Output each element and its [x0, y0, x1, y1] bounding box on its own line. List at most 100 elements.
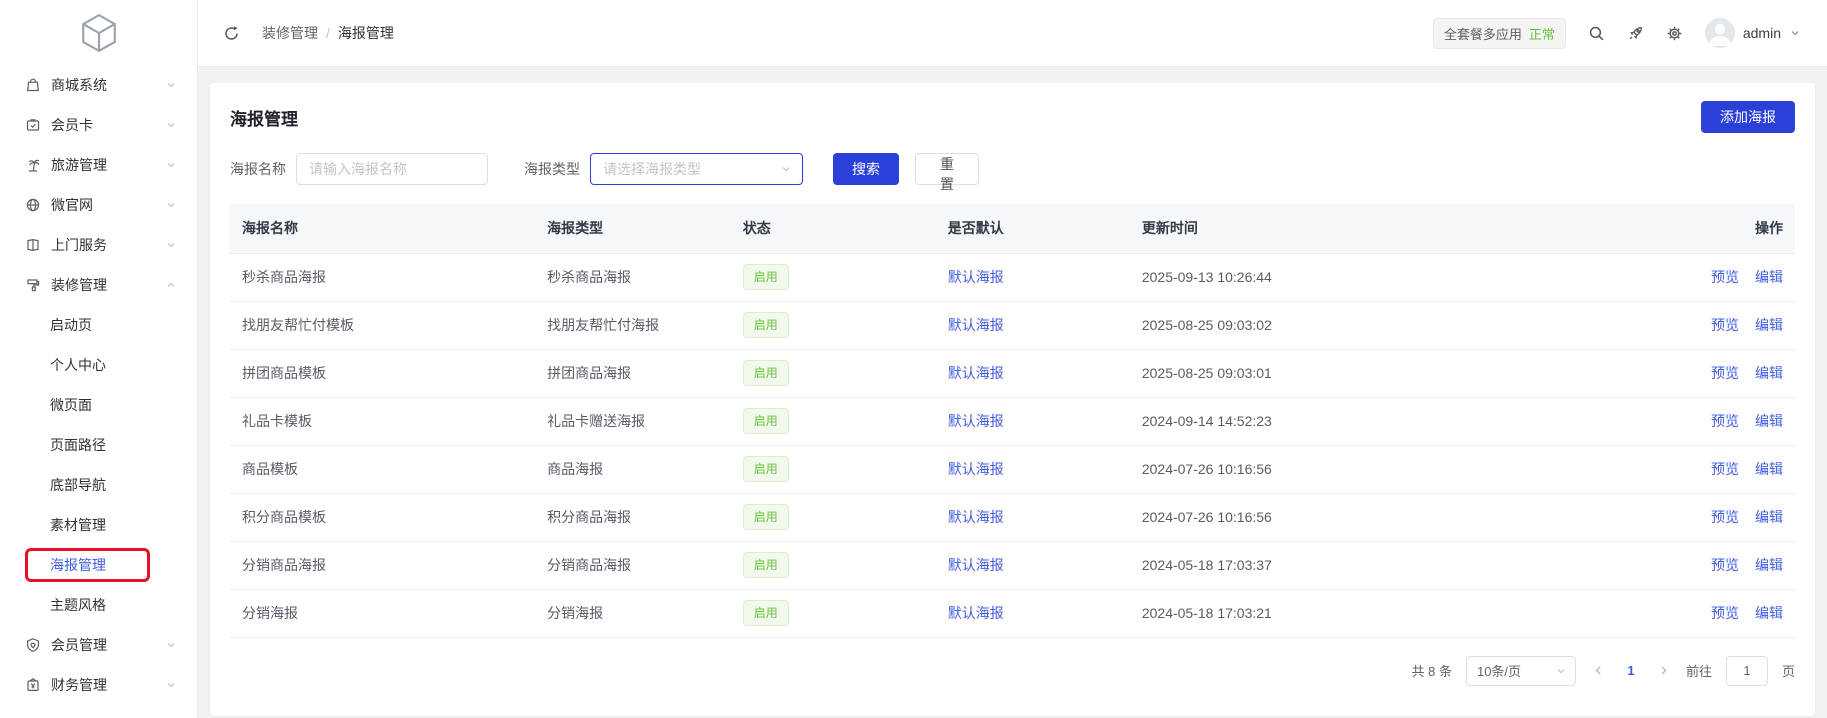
edit-link[interactable]: 编辑 — [1755, 317, 1783, 333]
search-button[interactable]: 搜索 — [833, 153, 899, 185]
sidebar-subitem-poster[interactable]: 海报管理 — [0, 545, 197, 585]
default-poster-link[interactable]: 默认海报 — [948, 413, 1004, 429]
user-menu[interactable]: admin — [1705, 18, 1801, 48]
breadcrumb-parent[interactable]: 装修管理 — [262, 23, 318, 43]
sidebar-item-finance-mgmt[interactable]: 财务管理 — [0, 665, 197, 705]
submenu-label: 海报管理 — [50, 555, 106, 575]
cell-default: 默认海报 — [936, 541, 1130, 589]
sidebar-item-member-mgmt[interactable]: 会员管理 — [0, 625, 197, 665]
chevron-down-icon — [780, 163, 792, 175]
sidebar-item-label: 上门服务 — [51, 235, 165, 255]
preview-link[interactable]: 预览 — [1711, 557, 1739, 573]
cell-updated: 2025-08-25 09:03:01 — [1130, 349, 1568, 397]
edit-link[interactable]: 编辑 — [1755, 365, 1783, 381]
prev-page-button[interactable] — [1590, 664, 1607, 677]
table-header-row: 海报名称 海报类型 状态 是否默认 更新时间 操作 — [230, 204, 1795, 253]
page-title: 海报管理 — [230, 105, 298, 130]
table-row: 找朋友帮忙付模板 找朋友帮忙付海报 启用 默认海报 2025-08-25 09:… — [230, 301, 1795, 349]
cell-status: 启用 — [731, 253, 936, 301]
sidebar-item-travel[interactable]: 旅游管理 — [0, 145, 197, 185]
app-logo[interactable] — [0, 0, 197, 65]
username: admin — [1743, 25, 1781, 41]
preview-link[interactable]: 预览 — [1711, 461, 1739, 477]
main-area: 装修管理 / 海报管理 全套餐多应用 正常 — [198, 0, 1827, 718]
refresh-icon[interactable] — [223, 25, 240, 42]
preview-link[interactable]: 预览 — [1711, 317, 1739, 333]
cell-actions: 预览编辑 — [1568, 493, 1795, 541]
preview-link[interactable]: 预览 — [1711, 605, 1739, 621]
table-row: 积分商品模板 积分商品海报 启用 默认海报 2024-07-26 10:16:5… — [230, 493, 1795, 541]
sidebar-menu: 商城系统 会员卡 旅游管理 微官网 — [0, 65, 197, 705]
edit-link[interactable]: 编辑 — [1755, 605, 1783, 621]
edit-link[interactable]: 编辑 — [1755, 509, 1783, 525]
default-poster-link[interactable]: 默认海报 — [948, 509, 1004, 525]
sidebar-subitem-start-page[interactable]: 启动页 — [0, 305, 197, 345]
sidebar-subitem-micro-page[interactable]: 微页面 — [0, 385, 197, 425]
submenu-label: 个人中心 — [50, 355, 106, 375]
cell-actions: 预览编辑 — [1568, 541, 1795, 589]
default-poster-link[interactable]: 默认海报 — [948, 269, 1004, 285]
edit-link[interactable]: 编辑 — [1755, 557, 1783, 573]
poster-name-label: 海报名称 — [230, 159, 286, 179]
sidebar-item-label: 旅游管理 — [51, 155, 165, 175]
chevron-down-icon — [165, 639, 177, 651]
cell-status: 启用 — [731, 541, 936, 589]
cell-poster-type: 积分商品海报 — [535, 493, 731, 541]
filter-bar: 海报名称 海报类型 请选择海报类型 搜索 重置 — [230, 153, 1795, 185]
default-poster-link[interactable]: 默认海报 — [948, 605, 1004, 621]
cube-logo-icon — [80, 13, 118, 53]
poster-name-input[interactable] — [296, 153, 488, 185]
table-row: 分销商品海报 分销商品海报 启用 默认海报 2024-05-18 17:03:3… — [230, 541, 1795, 589]
edit-link[interactable]: 编辑 — [1755, 413, 1783, 429]
sidebar-subitem-material[interactable]: 素材管理 — [0, 505, 197, 545]
poster-management-card: 海报管理 添加海报 海报名称 海报类型 请选择海报类型 搜索 重置 — [210, 83, 1815, 716]
finance-icon — [25, 677, 41, 693]
goto-page-input[interactable] — [1726, 656, 1768, 686]
search-icon[interactable] — [1588, 25, 1605, 42]
poster-type-select[interactable]: 请选择海报类型 — [590, 153, 803, 185]
sidebar-subitem-bottom-nav[interactable]: 底部导航 — [0, 465, 197, 505]
cell-status: 启用 — [731, 445, 936, 493]
preview-link[interactable]: 预览 — [1711, 509, 1739, 525]
sidebar-item-micro-site[interactable]: 微官网 — [0, 185, 197, 225]
status-badge: 启用 — [743, 312, 789, 338]
cell-poster-type: 找朋友帮忙付海报 — [535, 301, 731, 349]
poster-type-label: 海报类型 — [524, 159, 580, 179]
sidebar-item-home-service[interactable]: 上门服务 — [0, 225, 197, 265]
reset-button[interactable]: 重置 — [915, 153, 979, 185]
sidebar-subitem-page-path[interactable]: 页面路径 — [0, 425, 197, 465]
sidebar-item-mall-system[interactable]: 商城系统 — [0, 65, 197, 105]
cell-poster-type: 礼品卡赠送海报 — [535, 397, 731, 445]
default-poster-link[interactable]: 默认海报 — [948, 365, 1004, 381]
rocket-icon[interactable] — [1627, 25, 1644, 42]
avatar — [1705, 18, 1735, 48]
edit-link[interactable]: 编辑 — [1755, 269, 1783, 285]
cell-poster-name: 礼品卡模板 — [230, 397, 535, 445]
submenu-label: 主题风格 — [50, 595, 106, 615]
gear-icon[interactable] — [1666, 25, 1683, 42]
topbar-right: 全套餐多应用 正常 admin — [1433, 18, 1801, 49]
sidebar-subitem-theme[interactable]: 主题风格 — [0, 585, 197, 625]
sidebar-item-membership-card[interactable]: 会员卡 — [0, 105, 197, 145]
col-status: 状态 — [731, 204, 936, 253]
default-poster-link[interactable]: 默认海报 — [948, 317, 1004, 333]
sidebar-item-decoration[interactable]: 装修管理 — [0, 265, 197, 305]
default-poster-link[interactable]: 默认海报 — [948, 461, 1004, 477]
status-badge: 启用 — [743, 264, 789, 290]
preview-link[interactable]: 预览 — [1711, 413, 1739, 429]
bag-icon — [25, 77, 41, 93]
default-poster-link[interactable]: 默认海报 — [948, 557, 1004, 573]
cell-default: 默认海报 — [936, 445, 1130, 493]
current-page[interactable]: 1 — [1621, 663, 1641, 678]
content-area: 海报管理 添加海报 海报名称 海报类型 请选择海报类型 搜索 重置 — [198, 67, 1827, 718]
cell-poster-name: 找朋友帮忙付模板 — [230, 301, 535, 349]
next-page-button[interactable] — [1655, 664, 1672, 677]
breadcrumb-separator: / — [326, 25, 330, 41]
page-size-select[interactable]: 10条/页 — [1466, 656, 1576, 686]
col-poster-type: 海报类型 — [535, 204, 731, 253]
add-poster-button[interactable]: 添加海报 — [1701, 101, 1795, 133]
edit-link[interactable]: 编辑 — [1755, 461, 1783, 477]
sidebar-subitem-personal-center[interactable]: 个人中心 — [0, 345, 197, 385]
preview-link[interactable]: 预览 — [1711, 365, 1739, 381]
preview-link[interactable]: 预览 — [1711, 269, 1739, 285]
